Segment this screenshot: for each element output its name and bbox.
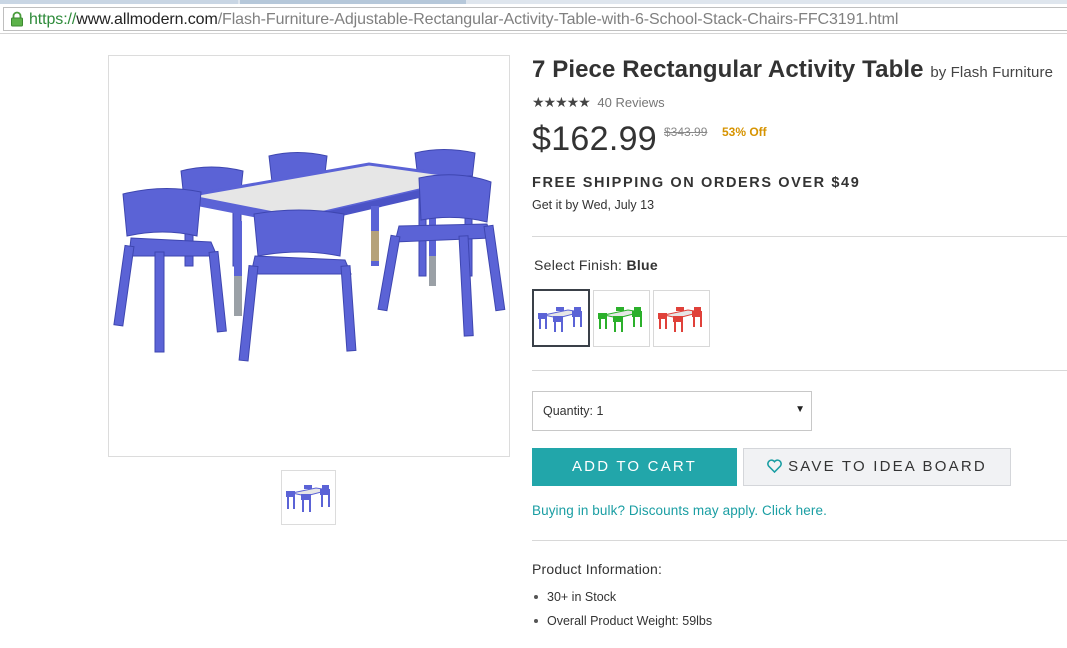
product-info-heading: Product Information: [532,561,663,577]
divider [532,540,1067,541]
blue-table-swatch-image [538,307,582,332]
delivery-estimate: Get it by Wed, July 13 [532,198,654,212]
save-to-idea-board-button[interactable]: SAVE TO IDEA BOARD [743,448,1011,486]
finish-label-text: Select Finish: [534,257,627,273]
discount-badge: 53% Off [722,125,767,139]
list-item: Overall Product Weight: 59lbs [533,609,712,633]
free-shipping-notice: FREE SHIPPING ON ORDERS OVER $49 [532,175,861,191]
quantity-value: Quantity: 1 [543,404,604,418]
product-thumbnail[interactable] [281,470,336,525]
finish-swatch-red[interactable] [653,290,710,347]
finish-swatch-green[interactable] [593,290,650,347]
product-title: 7 Piece Rectangular Activity Table by Fl… [532,56,1053,84]
reviews-link[interactable]: 40 Reviews [597,95,664,110]
sale-price: $162.99 [532,120,658,158]
heart-icon [767,459,782,473]
activity-table-image [113,149,506,362]
delivery-prefix: Get it by [532,198,583,212]
divider [532,370,1067,371]
dropdown-arrow-icon: ▼ [795,404,805,415]
finish-value: Blue [626,257,658,273]
finish-swatch-blue[interactable] [532,289,590,347]
url-field[interactable]: https://www.allmodern.com/Flash-Furnitur… [3,7,1067,31]
rating-summary[interactable]: ★★★★★ 40 Reviews [532,94,665,111]
address-bar[interactable]: https://www.allmodern.com/Flash-Furnitur… [0,4,1067,34]
list-item: 30+ in Stock [533,585,712,609]
lock-icon [11,11,23,27]
brand-link[interactable]: by Flash Furniture [930,64,1053,81]
url-text: https://www.allmodern.com/Flash-Furnitur… [29,11,899,28]
finish-label: Select Finish: Blue [534,257,658,273]
delivery-date: Wed, July 13 [582,198,655,212]
add-to-cart-button[interactable]: ADD TO CART [532,448,737,486]
product-name: 7 Piece Rectangular Activity Table [532,56,924,83]
star-rating-icon: ★★★★★ [532,94,591,110]
green-table-swatch-image [598,307,642,332]
product-info-list: 30+ in Stock Overall Product Weight: 59l… [532,585,712,633]
original-price: $343.99 [664,125,708,139]
thumbnail-image [286,485,330,512]
red-table-swatch-image [658,307,702,332]
quantity-select[interactable]: Quantity: 1 ▼ [532,391,812,431]
save-to-idea-board-label: SAVE TO IDEA BOARD [788,458,987,475]
divider [532,236,1067,237]
bulk-discount-link[interactable]: Buying in bulk? Discounts may apply. Cli… [532,503,827,518]
product-main-image[interactable] [108,55,510,457]
